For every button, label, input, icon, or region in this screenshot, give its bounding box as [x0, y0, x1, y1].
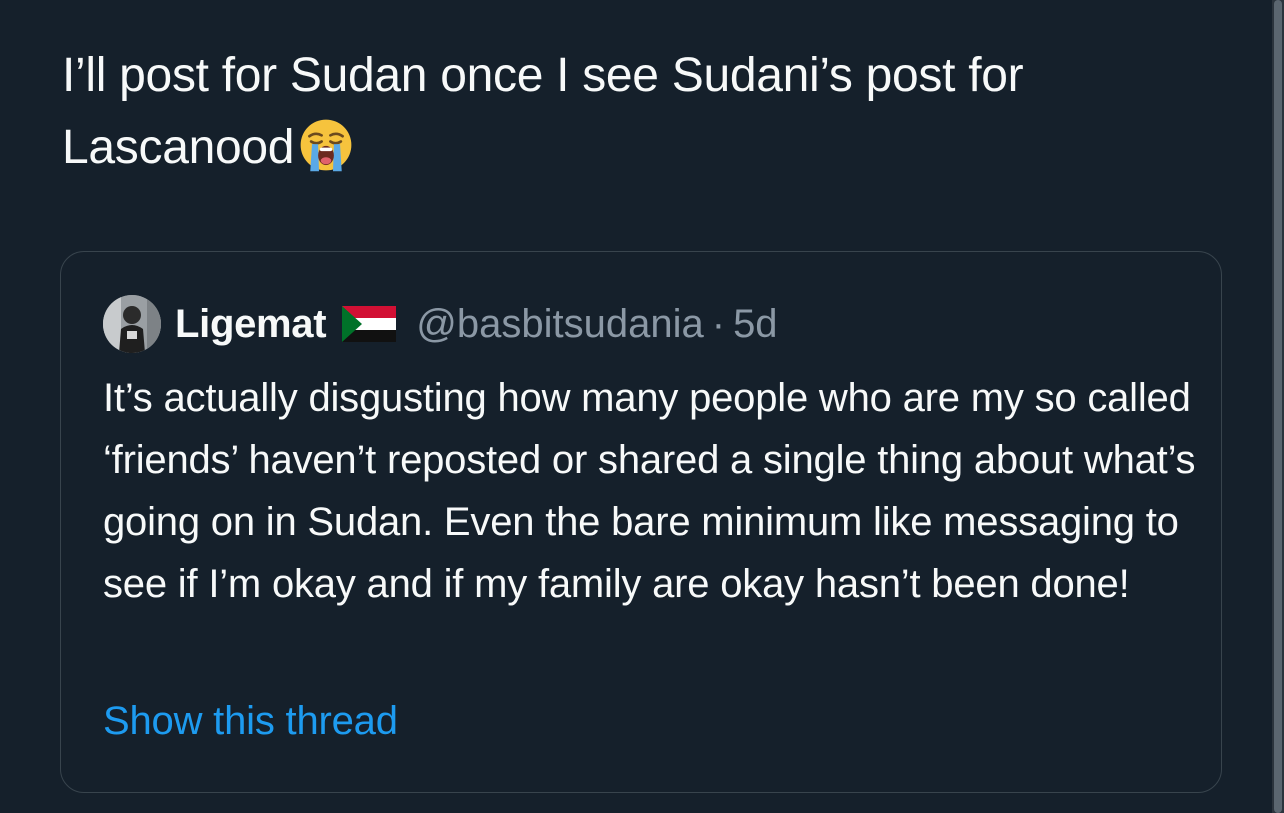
loudly-crying-face-icon [300, 119, 352, 172]
quoted-tweet-card[interactable]: Ligemat @basbitsudania · 5d It’s actuall… [60, 251, 1222, 793]
quoted-tweet-body: It’s actually disgusting how many people… [103, 376, 1196, 606]
user-handle[interactable]: @basbitsudania [416, 302, 703, 347]
scrollbar[interactable] [1272, 0, 1284, 813]
tweet-text: I’ll post for Sudan once I see Sudani’s … [62, 40, 1212, 184]
sudan-flag-icon [342, 306, 397, 342]
separator-dot: · [711, 301, 726, 346]
tweet-text-content: I’ll post for Sudan once I see Sudani’s … [62, 49, 1024, 174]
display-name[interactable]: Ligemat [175, 302, 327, 347]
avatar-image [103, 295, 161, 353]
scrollbar-thumb[interactable] [1274, 0, 1282, 813]
show-thread-link[interactable]: Show this thread [103, 690, 398, 752]
timestamp[interactable]: 5d [733, 302, 778, 347]
avatar[interactable] [103, 295, 161, 353]
quoted-tweet-header: Ligemat @basbitsudania · 5d [103, 294, 778, 354]
